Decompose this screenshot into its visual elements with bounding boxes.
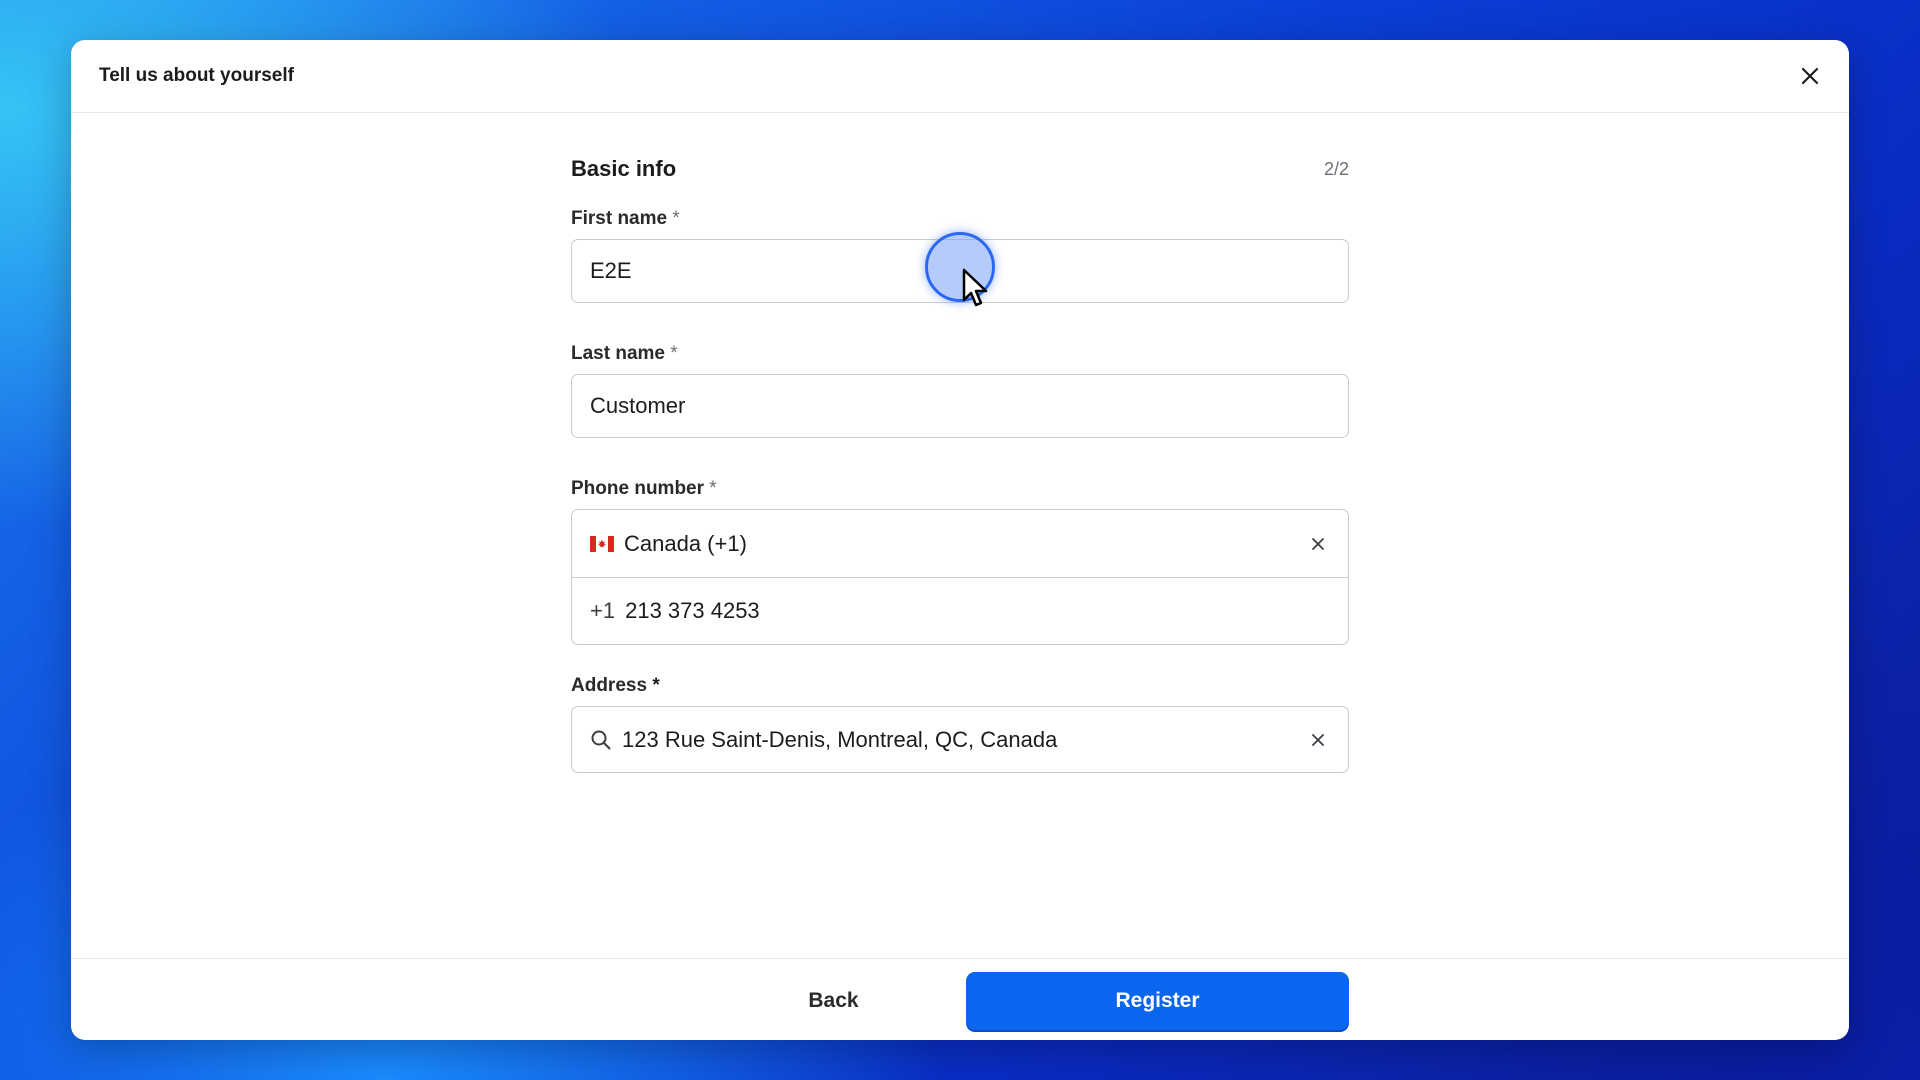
- mouse-cursor-icon: [962, 268, 988, 307]
- phone-prefix: +1: [590, 598, 616, 623]
- clear-country-button[interactable]: [1306, 532, 1330, 556]
- required-mark: *: [670, 343, 678, 364]
- first-name-value: E2E: [590, 258, 632, 283]
- last-name-label: Last name *: [571, 343, 678, 364]
- address-group: Address * 123 Rue Saint-Denis, Montreal,…: [571, 675, 1349, 773]
- registration-modal: Tell us about yourself Basic info 2/2 Fi…: [71, 40, 1849, 1040]
- back-button[interactable]: Back: [731, 972, 936, 1030]
- first-name-label: First name *: [571, 208, 680, 229]
- search-icon: [590, 729, 612, 751]
- required-mark: *: [709, 478, 717, 499]
- country-select[interactable]: Canada (+1): [572, 510, 1348, 577]
- modal-header: Tell us about yourself: [71, 40, 1849, 113]
- section-title: Basic info: [571, 156, 677, 181]
- step-indicator: 2/2: [1323, 158, 1349, 179]
- register-button[interactable]: Register: [966, 972, 1349, 1030]
- phone-label: Phone number *: [571, 478, 717, 499]
- close-icon: [1801, 67, 1819, 85]
- required-mark: *: [672, 208, 680, 229]
- canada-flag-icon: [590, 535, 614, 552]
- last-name-group: Last name * Customer: [571, 343, 1349, 438]
- required-mark: *: [652, 675, 660, 696]
- close-icon: [1312, 733, 1324, 746]
- phone-group: Phone number * Canada (+1) +1 213 373 42…: [571, 478, 1349, 645]
- close-button[interactable]: [1793, 59, 1827, 93]
- modal-title: Tell us about yourself: [99, 65, 294, 86]
- last-name-field[interactable]: Customer: [571, 374, 1349, 438]
- last-name-value: Customer: [590, 393, 686, 418]
- address-value: 123 Rue Saint-Denis, Montreal, QC, Canad…: [622, 726, 1058, 752]
- phone-number-value: 213 373 4253: [625, 598, 760, 623]
- country-value: Canada (+1): [624, 530, 747, 556]
- close-icon: [1312, 537, 1324, 550]
- phone-number-field[interactable]: +1 213 373 4253: [572, 577, 1348, 644]
- clear-address-button[interactable]: [1306, 728, 1330, 752]
- form-header: Basic info 2/2: [571, 150, 1349, 188]
- address-field[interactable]: 123 Rue Saint-Denis, Montreal, QC, Canad…: [571, 706, 1349, 773]
- phone-input-box: Canada (+1) +1 213 373 4253: [571, 509, 1349, 645]
- modal-footer: Back Register: [71, 958, 1849, 1040]
- address-label: Address *: [571, 675, 660, 696]
